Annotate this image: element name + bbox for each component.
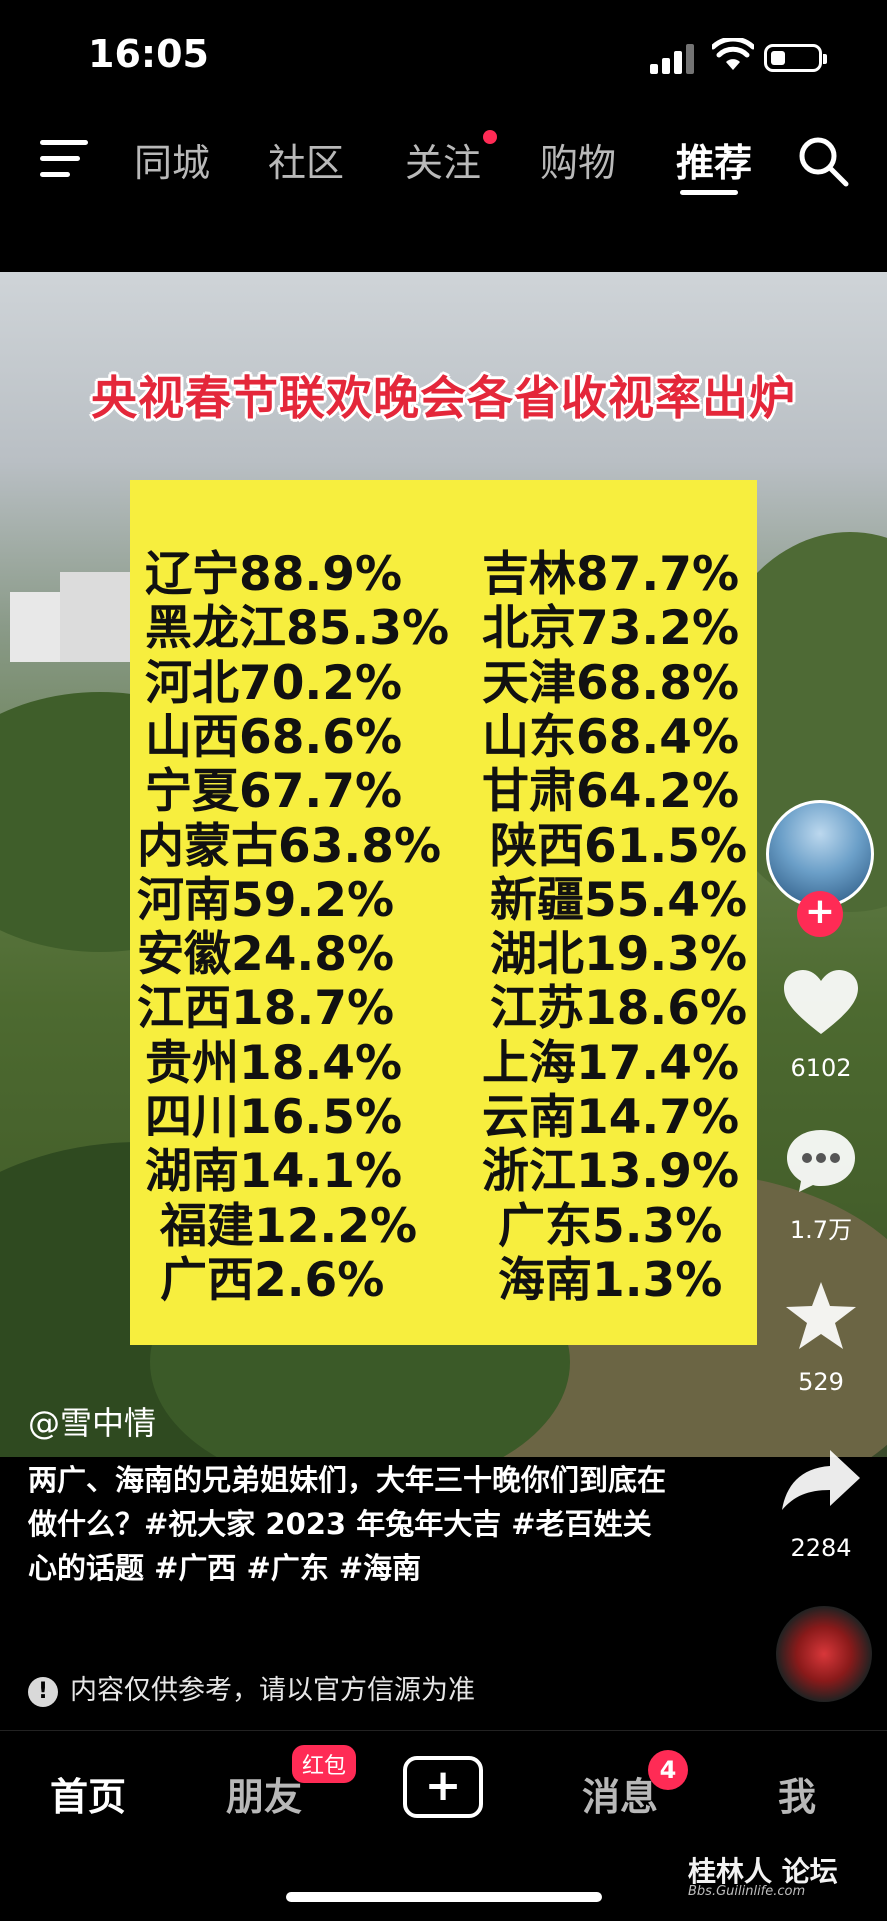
- tab-tongcheng[interactable]: 同城: [134, 132, 210, 187]
- follow-button[interactable]: +: [797, 891, 843, 937]
- signal-icon: [650, 44, 694, 74]
- tab-community[interactable]: 社区: [268, 132, 344, 187]
- share-count: 2284: [790, 1534, 852, 1562]
- menu-icon[interactable]: [40, 140, 88, 178]
- music-disc[interactable]: [776, 1606, 872, 1702]
- notification-dot: [483, 130, 497, 144]
- star-icon[interactable]: [783, 1280, 859, 1352]
- status-time: 16:05: [88, 32, 209, 76]
- search-icon[interactable]: [796, 134, 850, 188]
- info-notice: ! 内容仅供参考，请以官方信源为准: [28, 1668, 475, 1707]
- tab-recommend[interactable]: 推荐: [676, 132, 752, 187]
- rating-item: 海南1.3%: [498, 1252, 723, 1308]
- author-handle[interactable]: @雪中情: [28, 1398, 156, 1444]
- like-count: 6102: [790, 1054, 852, 1082]
- red-packet-badge: 红包: [292, 1745, 357, 1783]
- notice-text: 内容仅供参考，请以官方信源为准: [70, 1675, 475, 1706]
- rating-item: 广西2.6%: [160, 1252, 385, 1308]
- favorite-count: 529: [798, 1368, 844, 1396]
- nav-me[interactable]: 我: [778, 1766, 816, 1821]
- watermark-url: Bbs.Guilinlife.com: [688, 1884, 806, 1899]
- tab-following[interactable]: 关注: [405, 132, 481, 187]
- heart-icon[interactable]: [782, 968, 860, 1038]
- add-button[interactable]: +: [403, 1756, 483, 1818]
- message-count-badge: 4: [648, 1750, 688, 1790]
- share-icon[interactable]: [780, 1448, 862, 1512]
- nav-home[interactable]: 首页: [50, 1766, 126, 1821]
- tab-shopping[interactable]: 购物: [540, 132, 616, 187]
- comment-icon[interactable]: [783, 1126, 859, 1196]
- active-tab-indicator: [680, 190, 738, 195]
- comment-count: 1.7万: [789, 1216, 853, 1244]
- wifi-icon: [712, 38, 754, 70]
- nav-friends[interactable]: 朋友: [226, 1766, 302, 1821]
- video-caption[interactable]: 两广、海南的兄弟姐妹们，大年三十晚你们到底在做什么？#祝大家 2023 年兔年大…: [28, 1458, 668, 1590]
- nav-messages[interactable]: 消息: [582, 1766, 658, 1821]
- info-icon: !: [28, 1676, 58, 1707]
- battery-icon: [764, 44, 827, 72]
- home-indicator: [286, 1892, 602, 1902]
- video-overlay-title: 央视春节联欢晚会各省收视率出炉: [91, 371, 796, 425]
